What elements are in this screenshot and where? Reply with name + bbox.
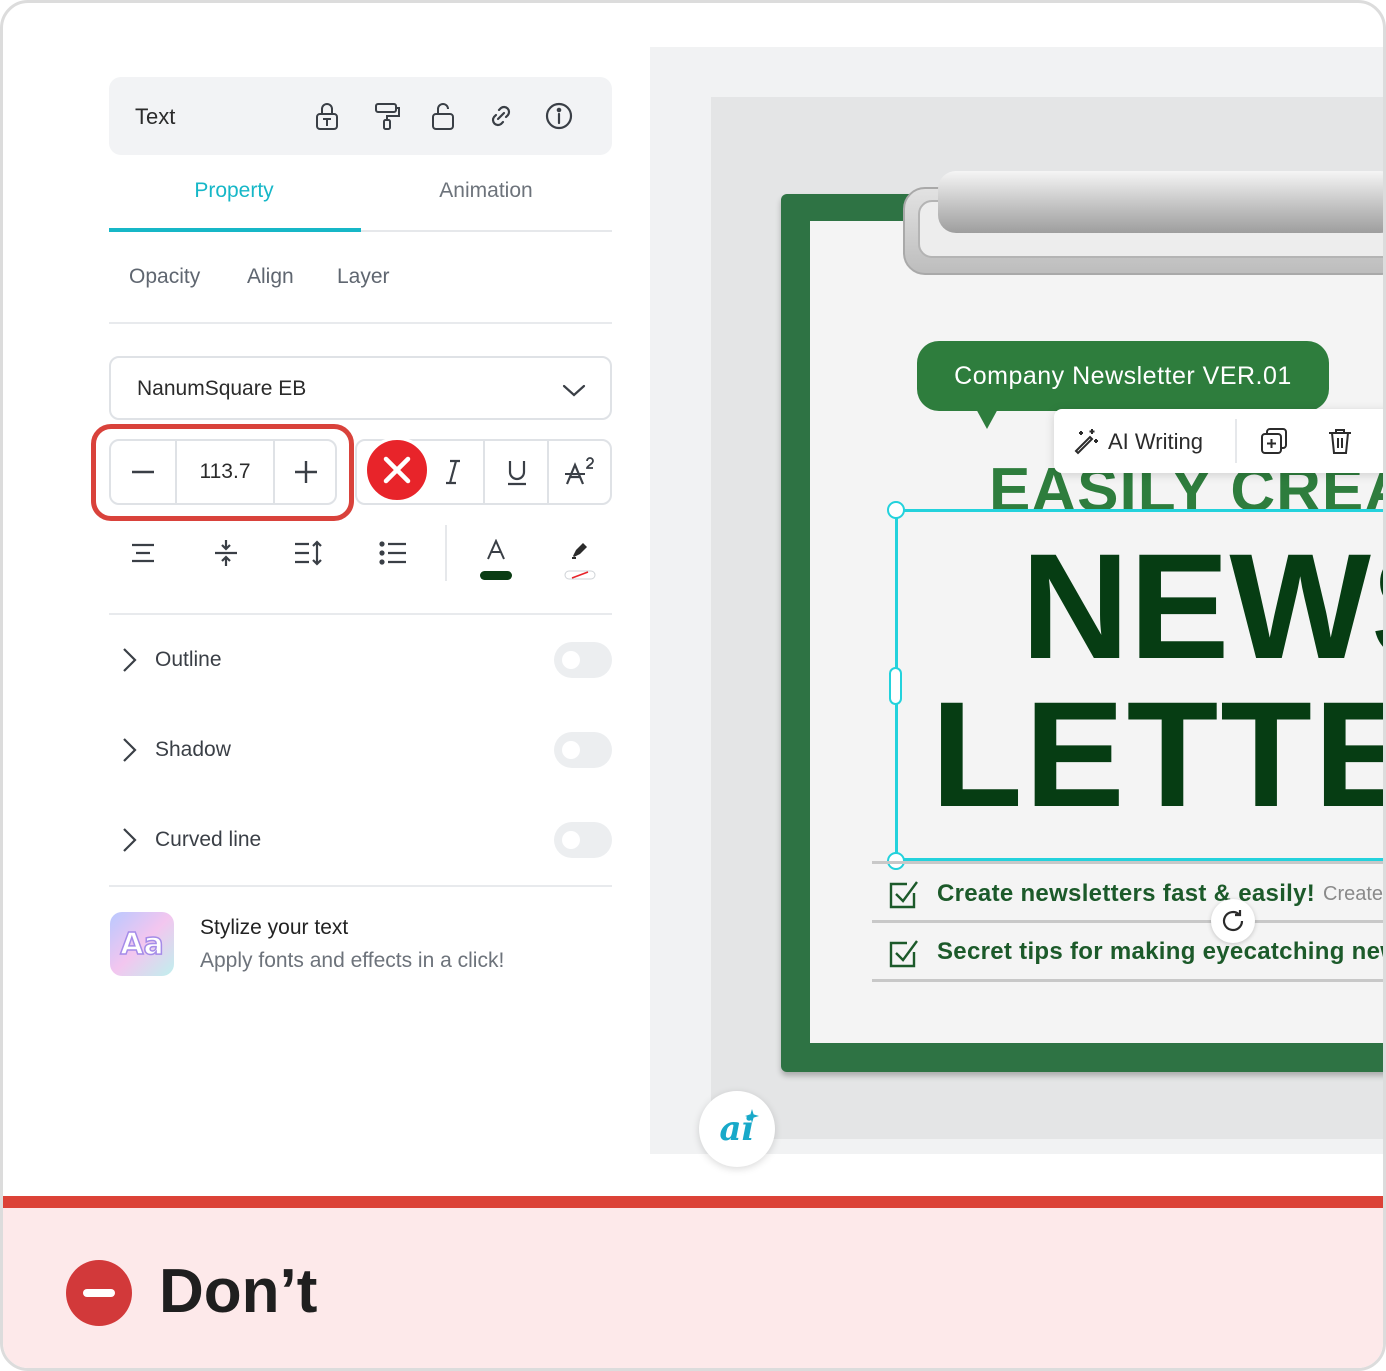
letter-spacing-icon	[215, 540, 237, 566]
ai-writing-button[interactable]: AI Writing	[1108, 429, 1203, 455]
checklist-rule	[872, 861, 1383, 864]
checklist-aside-text: Create	[1323, 883, 1384, 905]
highlight-color-button[interactable]	[560, 535, 600, 583]
panel-header: Text	[109, 77, 612, 155]
subtab-align[interactable]: Align	[247, 265, 294, 289]
bullet-list-button[interactable]	[373, 533, 413, 573]
checklist-rule	[872, 920, 1383, 923]
no-color-swatch	[564, 570, 596, 579]
magic-wand-icon	[1074, 429, 1098, 455]
line-height-icon	[295, 540, 322, 566]
rotate-button[interactable]	[1211, 899, 1255, 943]
text-align-button[interactable]	[123, 533, 163, 573]
dont-banner-accent	[3, 1196, 1383, 1208]
tab-property[interactable]: Property	[109, 179, 359, 211]
chevron-right-icon[interactable]	[117, 736, 141, 764]
bubble-text: Company Newsletter VER.01	[954, 361, 1292, 390]
superscript-button[interactable]	[549, 441, 613, 503]
minus-circle-icon	[66, 1260, 132, 1326]
text-color-button[interactable]	[476, 535, 516, 583]
trash-icon[interactable]	[1326, 426, 1354, 456]
dont-label: Don’t	[159, 1257, 318, 1326]
incorrect-badge	[364, 437, 430, 503]
context-toolbar: AI Writing	[1054, 409, 1383, 473]
selection-box[interactable]	[895, 509, 1383, 861]
underline-button[interactable]	[485, 441, 549, 503]
subtab-layer[interactable]: Layer	[337, 265, 390, 289]
shadow-toggle[interactable]	[554, 732, 612, 768]
resize-handle-top-left[interactable]	[887, 501, 905, 519]
sparkle-icon	[745, 1109, 759, 1123]
outline-toggle[interactable]	[554, 642, 612, 678]
error-highlight-ring	[91, 424, 354, 521]
speech-bubble[interactable]: Company Newsletter VER.01	[917, 341, 1329, 411]
info-icon[interactable]	[543, 100, 575, 132]
bubble-tail	[975, 407, 999, 429]
chevron-down-icon	[560, 376, 588, 404]
superscript-icon	[565, 457, 594, 485]
tab-animation[interactable]: Animation	[361, 179, 611, 211]
checkbox-icon	[889, 881, 918, 909]
outline-label: Outline	[155, 648, 222, 671]
line-height-button[interactable]	[289, 533, 329, 573]
chevron-right-icon[interactable]	[117, 646, 141, 674]
font-family-select[interactable]: NanumSquare EB	[109, 356, 612, 420]
divider	[109, 885, 612, 887]
curved-line-label: Curved line	[155, 828, 262, 851]
checkbox-icon	[889, 940, 918, 968]
italic-icon	[446, 459, 460, 485]
active-tab-indicator	[109, 228, 361, 232]
text-color-icon	[487, 538, 505, 559]
subtab-opacity[interactable]: Opacity	[129, 265, 200, 289]
underline-icon	[508, 461, 526, 486]
rotate-icon	[1222, 910, 1244, 932]
ai-assistant-button[interactable]: ai	[699, 1091, 775, 1167]
curved-line-toggle[interactable]	[554, 822, 612, 858]
text-color-swatch	[480, 570, 512, 580]
guideline-card: Text Property Animation Opacity Align La…	[0, 0, 1386, 1371]
bullet-list-icon	[379, 541, 406, 565]
chevron-right-icon[interactable]	[117, 826, 141, 854]
resize-handle-left[interactable]	[889, 667, 902, 705]
font-family-value: NanumSquare EB	[137, 377, 307, 400]
clip-bar	[938, 171, 1383, 233]
checklist-rule	[872, 979, 1383, 982]
text-align-icon	[132, 543, 154, 563]
promo-title[interactable]: Stylize your text	[200, 916, 348, 940]
shadow-label: Shadow	[155, 738, 231, 761]
highlight-color-icon	[572, 542, 587, 559]
letter-spacing-button[interactable]	[206, 533, 246, 573]
divider	[109, 322, 612, 324]
close-icon	[383, 456, 411, 484]
italic-button[interactable]	[421, 441, 485, 503]
stylize-text-icon[interactable]: Aa	[110, 912, 174, 976]
unlock-icon[interactable]	[427, 100, 459, 132]
toolbar-separator	[445, 525, 447, 581]
paint-roller-icon[interactable]	[371, 100, 403, 132]
promo-subtitle: Apply fonts and effects in a click!	[200, 949, 505, 972]
checklist-item[interactable]: Secret tips for making eyecatching new	[937, 938, 1383, 966]
checklist-item[interactable]: Create newsletters fast & easily!	[937, 880, 1315, 908]
duplicate-icon[interactable]	[1259, 426, 1289, 456]
panel-title: Text	[135, 104, 176, 129]
divider	[109, 613, 612, 615]
text-lock-icon[interactable]	[311, 100, 343, 132]
link-icon[interactable]	[485, 100, 517, 132]
